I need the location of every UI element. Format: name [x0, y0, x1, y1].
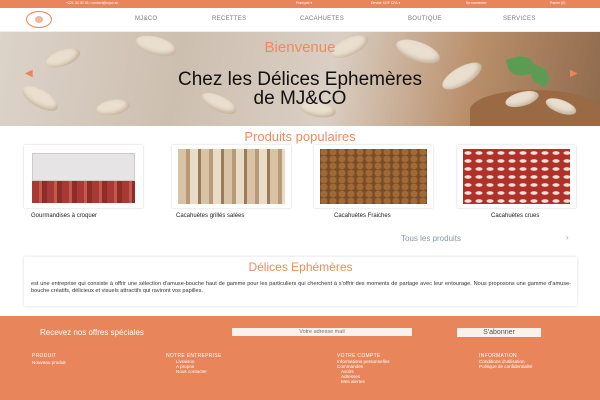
footer-link[interactable]: Politique de confidentialité	[479, 364, 532, 369]
logo[interactable]	[26, 11, 52, 28]
login-link[interactable]: Se connecter	[466, 1, 487, 5]
contact-info: +221 33 00 33 / contact@mjco.sn	[66, 1, 119, 5]
hero-welcome: Bienvenue	[264, 39, 336, 56]
product-image	[463, 149, 570, 204]
footer-link[interactable]: Mes alertes	[341, 379, 365, 384]
hero-carousel: Bienvenue Chez les Délices Ephemères de …	[0, 32, 600, 126]
product-image	[320, 149, 427, 204]
about-title: Délices Ephémères	[248, 260, 353, 274]
product-label[interactable]: Cacahuètes crues	[491, 213, 539, 219]
footer-link[interactable]: Nouveau produit	[32, 360, 66, 365]
main-nav: MJ&CO RECETTES CACAHUETES BOUTIQUE SERVI…	[0, 8, 600, 32]
footer-col-title: PRODUIT	[32, 353, 57, 359]
currency-selector[interactable]: Devise XOF CFA ▾	[371, 1, 400, 5]
top-bar: +221 33 00 33 / contact@mjco.sn Français…	[0, 0, 600, 8]
carousel-prev-icon[interactable]: ◀	[25, 68, 33, 79]
chevron-right-icon[interactable]: ›	[566, 233, 569, 242]
about-section: Délices Ephémères est une entreprise qui…	[24, 257, 577, 306]
carousel-next-icon[interactable]: ▶	[570, 68, 578, 79]
product-label[interactable]: Cacahuètes grillés salées	[176, 213, 244, 219]
product-image	[32, 181, 135, 203]
newsletter-label: Recevez nos offres spéciales	[40, 328, 144, 337]
nav-item-recettes[interactable]: RECETTES	[212, 16, 246, 22]
product-card[interactable]	[457, 145, 576, 208]
footer-link[interactable]: Nous contacter	[176, 369, 207, 374]
nav-item-mjco[interactable]: MJ&CO	[135, 16, 158, 22]
product-image	[32, 153, 135, 181]
footer: Recevez nos offres spéciales S'abonner P…	[0, 316, 600, 400]
product-card[interactable]	[314, 145, 433, 208]
nav-item-cacahuetes[interactable]: CACAHUETES	[300, 16, 344, 22]
product-card[interactable]	[24, 145, 143, 208]
nav-item-services[interactable]: SERVICES	[503, 16, 536, 22]
product-label[interactable]: Gourmandises à croquer	[31, 213, 97, 219]
about-text: est une entreprise qui consiste à offrir…	[31, 281, 571, 294]
nav-item-boutique[interactable]: BOUTIQUE	[408, 16, 442, 22]
product-card[interactable]	[172, 145, 291, 208]
hero-title: de MJ&CO	[253, 88, 347, 109]
section-title: Produits populaires	[244, 129, 356, 144]
product-image	[178, 149, 285, 204]
subscribe-button[interactable]: S'abonner	[457, 328, 541, 337]
newsletter-email-input[interactable]	[232, 328, 412, 336]
cart-link[interactable]: Panier (0)	[550, 1, 565, 5]
all-products-link[interactable]: Tous les produits	[401, 234, 461, 243]
product-label[interactable]: Cacahuètes Fraiches	[334, 213, 391, 219]
language-selector[interactable]: Français ▾	[296, 1, 312, 5]
